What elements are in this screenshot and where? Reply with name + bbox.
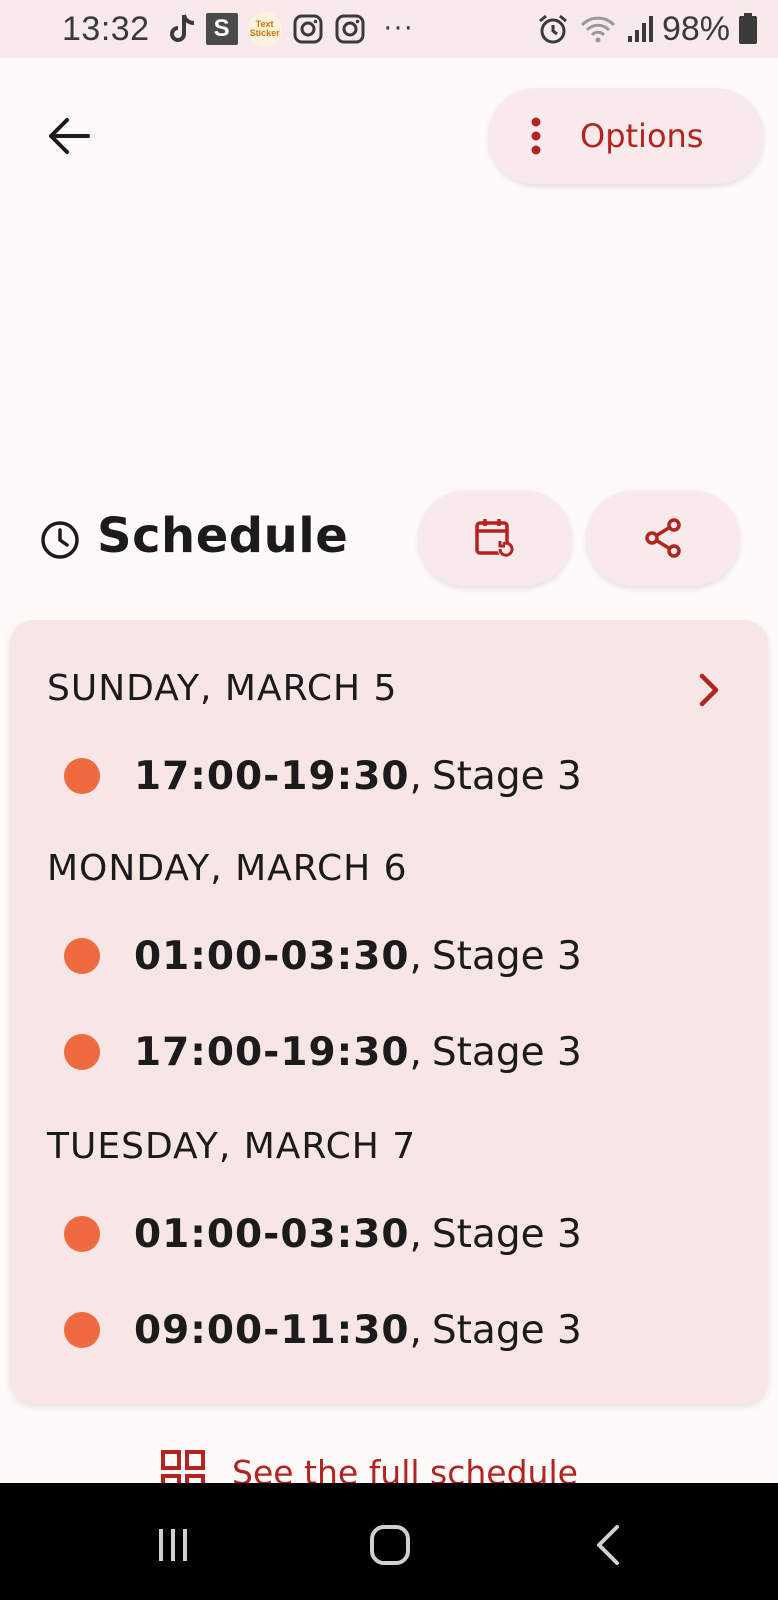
slot-location: Stage 3 [431, 933, 582, 979]
slot-separator: , [409, 1029, 422, 1075]
day-header: MONDAY, MARCH 6 [47, 848, 408, 889]
slot-separator: , [409, 933, 422, 979]
status-bar: 13:32 S Text Sticker ··· 98% [0, 0, 778, 58]
calendar-sync-button[interactable] [418, 490, 572, 586]
slot-location: Stage 3 [431, 1307, 582, 1353]
schedule-slot: 17:00-19:30 , Stage 3 [64, 1022, 582, 1082]
schedule-slot: 09:00-11:30 , Stage 3 [64, 1300, 582, 1360]
slot-time: 17:00-19:30 [134, 753, 410, 799]
home-icon [370, 1525, 410, 1565]
battery-icon [738, 13, 758, 45]
wifi-icon [578, 13, 618, 45]
status-dot [64, 1034, 100, 1070]
slot-separator: , [409, 1211, 422, 1257]
notification-icons: S Text Sticker ··· [168, 12, 415, 46]
recent-apps-button[interactable] [143, 1515, 203, 1575]
slot-location: Stage 3 [431, 753, 582, 799]
signal-icon [626, 14, 654, 44]
instagram-icon [334, 13, 366, 45]
status-time: 13:32 [62, 9, 150, 48]
calendar-refresh-icon [475, 519, 514, 558]
slot-location: Stage 3 [431, 1211, 582, 1257]
more-vert-icon [531, 117, 541, 155]
day-header: SUNDAY, MARCH 5 [47, 668, 398, 709]
slot-time: 01:00-03:30 [134, 933, 410, 979]
schedule-title: Schedule [97, 508, 349, 564]
chevron-right-icon[interactable] [688, 670, 728, 710]
slot-time: 01:00-03:30 [134, 1211, 410, 1257]
share-button[interactable] [586, 490, 740, 586]
s-app-icon: S [205, 13, 238, 45]
recent-apps-icon [159, 1529, 187, 1561]
back-chevron-icon [597, 1525, 619, 1565]
schedule-slot: 01:00-03:30 , Stage 3 [64, 926, 582, 986]
arrow-back-icon [49, 118, 90, 154]
battery-percent: 98% [661, 9, 730, 48]
slot-separator: , [409, 1307, 422, 1353]
home-button[interactable] [360, 1515, 420, 1575]
status-dot [64, 1312, 100, 1348]
system-back-button[interactable] [579, 1515, 639, 1575]
top-app-bar: Options [0, 58, 778, 208]
schedule-card[interactable]: SUNDAY, MARCH 5 17:00-19:30 , Stage 3 MO… [10, 620, 768, 1404]
slot-location: Stage 3 [431, 1029, 582, 1075]
instagram-icon [292, 13, 324, 45]
options-label: Options [580, 117, 704, 155]
slot-separator: , [409, 753, 422, 799]
back-button[interactable] [38, 106, 98, 166]
clock-icon [41, 521, 79, 559]
schedule-slot: 01:00-03:30 , Stage 3 [64, 1204, 582, 1264]
schedule-slot: 17:00-19:30 , Stage 3 [64, 746, 582, 806]
slot-time: 09:00-11:30 [134, 1307, 410, 1353]
status-dot [64, 1216, 100, 1252]
slot-time: 17:00-19:30 [134, 1029, 410, 1075]
more-notifications-icon: ··· [383, 14, 415, 44]
schedule-section-header: Schedule [0, 490, 778, 590]
status-dot [64, 758, 100, 794]
system-navigation-bar [0, 1483, 778, 1600]
alarm-icon [536, 12, 570, 46]
day-header: TUESDAY, MARCH 7 [47, 1126, 417, 1167]
options-button[interactable]: Options [488, 88, 764, 184]
status-dot [64, 938, 100, 974]
tiktok-icon [168, 13, 196, 45]
share-icon [645, 518, 681, 558]
text-sticker-icon: Text Sticker [247, 12, 282, 46]
